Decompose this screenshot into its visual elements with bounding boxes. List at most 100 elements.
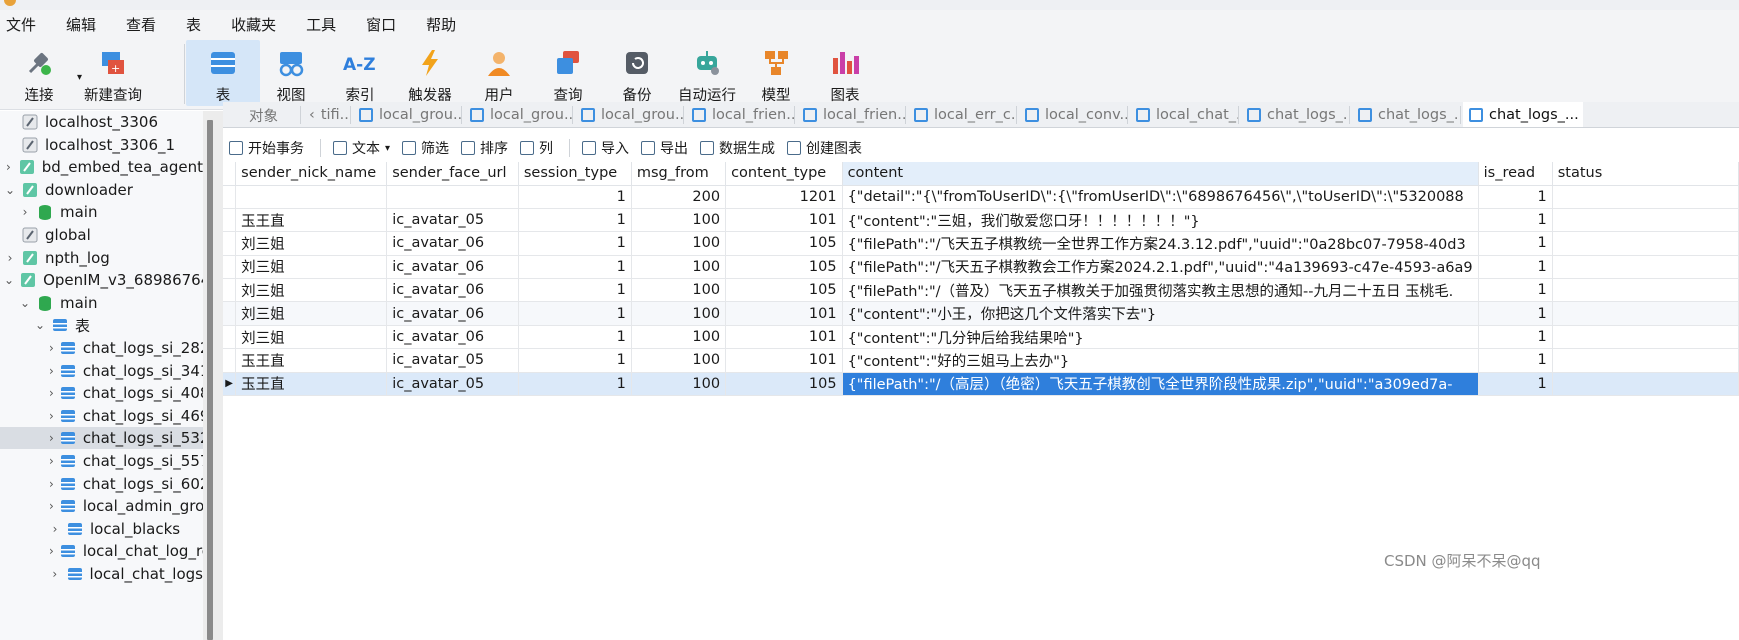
toolbar-button-5[interactable]: 触发器 [393,40,467,106]
cell-content[interactable]: {"filePath":"/飞天五子棋教教会工作方案2024.2.1.pdf",… [842,255,1479,280]
cell-session_type[interactable]: 1 [518,278,632,303]
column-header-sender_nick_name[interactable]: sender_nick_name [235,162,388,186]
column-header-is_read[interactable]: is_read [1478,162,1553,186]
tree-item[interactable]: › local_blacks [0,518,203,540]
data-table[interactable]: sender_nick_name sender_face_url session_t… [223,162,1739,397]
expand-right-icon[interactable]: › [49,409,54,423]
cell-content[interactable]: {"filePath":"/（普及）飞天五子棋教关于加强贯彻落实教主思想的通知-… [842,278,1479,303]
expand-right-icon[interactable]: › [49,567,61,581]
table-row[interactable]: 刘三姐 ic_avatar_06 1 100 105 {"filePath":"/飞天五子… [223,255,1739,280]
cell-msg_from[interactable]: 100 [631,325,727,350]
cell-is_read[interactable]: 1 [1478,255,1553,280]
cell-status[interactable] [1552,372,1739,397]
tree-item[interactable]: › chat_logs_si_3411 [0,360,203,382]
tree-item[interactable]: › local_chat_log_rea [0,540,203,562]
cell-sender_face_url[interactable]: ic_avatar_05 [386,372,519,397]
menu-item-1[interactable]: 编辑 [66,14,96,35]
expand-right-icon[interactable]: › [49,522,61,536]
cell-status[interactable] [1552,185,1739,209]
toolbar-button-4[interactable]: A-Z 索引 [323,40,397,106]
cell-content[interactable]: {"content":"好的三姐马上去办"} [842,348,1479,373]
cell-sender_nick_name[interactable]: 刘三姐 [235,231,388,256]
table-row[interactable]: 刘三姐 ic_avatar_06 1 100 105 {"filePath":"/（普及）… [223,278,1739,303]
cell-sender_face_url[interactable]: ic_avatar_06 [386,278,519,303]
expand-right-icon[interactable]: › [49,454,54,468]
data-grid[interactable]: sender_nick_name sender_face_url session_t… [223,162,1739,397]
menu-item-2[interactable]: 查看 [126,14,156,35]
expand-right-icon[interactable]: › [49,364,54,378]
tree-item[interactable]: › local_chat_logs [0,563,203,585]
create-chart-button[interactable]: 创建图表 [787,138,862,158]
toolbar-button-8[interactable]: 备份 [600,40,674,106]
tab-10[interactable]: chat_logs_... [1241,102,1349,127]
cell-status[interactable] [1552,208,1739,233]
cell-content[interactable]: {"filePath":"/（高层）（绝密）飞天五子棋教创飞全世界阶段性成果.z… [842,372,1479,397]
cell-msg_from[interactable]: 100 [631,278,727,303]
cell-status[interactable] [1552,278,1739,303]
cell-sender_face_url[interactable] [386,185,519,209]
sort-button[interactable]: 排序 [461,138,508,158]
column-header-content[interactable]: content [842,162,1479,186]
expand-down-icon[interactable]: ⌄ [34,318,46,332]
table-row[interactable]: 玉王直 ic_avatar_05 1 100 101 {"content":"三姐，我们敬… [223,208,1739,233]
tab-3[interactable]: local_grou... [464,102,572,127]
cell-is_read[interactable]: 1 [1478,348,1553,373]
tree-item[interactable]: › chat_logs_si_4690 [0,405,203,427]
cell-is_read[interactable]: 1 [1478,325,1553,350]
column-header-status[interactable]: status [1552,162,1739,186]
cell-msg_from[interactable]: 100 [631,348,727,373]
cell-session_type[interactable]: 1 [518,208,632,233]
cell-sender_face_url[interactable]: ic_avatar_06 [386,325,519,350]
cell-content_type[interactable]: 105 [725,278,843,303]
tree-item[interactable]: › chat_logs_si_6027 [0,473,203,495]
connect-dropdown-icon[interactable]: ▾ [77,72,82,83]
column-header-content_type[interactable]: content_type [725,162,843,186]
cell-content_type[interactable]: 105 [725,231,843,256]
cell-sender_nick_name[interactable]: 刘三姐 [235,325,388,350]
expand-right-icon[interactable]: › [49,386,54,400]
tab-12[interactable]: chat_logs_... [1463,102,1583,127]
cell-sender_nick_name[interactable]: 刘三姐 [235,255,388,280]
expand-right-icon[interactable]: › [49,499,54,513]
menu-item-3[interactable]: 表 [186,14,201,35]
expand-right-icon[interactable]: › [4,251,16,265]
cell-sender_nick_name[interactable] [235,185,388,209]
export-button[interactable]: 导出 [641,138,688,158]
cell-content[interactable]: {"detail":"{\"fromToUserID\":{\"fromUser… [842,185,1479,209]
tree-item[interactable]: › main [0,201,203,223]
cell-session_type[interactable]: 1 [518,301,632,326]
column-header-session_type[interactable]: session_type [518,162,632,186]
tab-0[interactable]: 对象 [223,102,293,127]
cell-status[interactable] [1552,348,1739,373]
cell-is_read[interactable]: 1 [1478,278,1553,303]
connection-tree[interactable]: localhost_3306 localhost_3306_1 › bd_embed_… [0,111,203,640]
table-row[interactable]: 玉王直 ic_avatar_05 1 100 101 {"content":"好的三姐马上… [223,348,1739,373]
tab-1[interactable]: ‹ tifi... [303,102,349,127]
expand-right-icon[interactable]: › [49,477,54,491]
toolbar-button-10[interactable]: 模型 [739,40,813,106]
table-row[interactable]: ▶ 玉王直 ic_avatar_05 1 100 105 {"filePath":"/（高层… [223,372,1739,397]
cell-content_type[interactable]: 101 [725,348,843,373]
tree-item[interactable]: localhost_3306 [0,111,203,133]
columns-button[interactable]: 列 [520,138,553,158]
toolbar-button-7[interactable]: 查询 [531,40,605,106]
toolbar-button-6[interactable]: 用户 [462,40,536,106]
table-row[interactable]: 刘三姐 ic_avatar_06 1 100 101 {"content":"小王，你把这… [223,301,1739,326]
menu-item-4[interactable]: 收藏夹 [231,14,276,35]
panel-splitter[interactable] [203,111,223,640]
table-row[interactable]: 1 200 1201 {"detail":"{\"fromToUserID\":{\"… [223,185,1739,209]
cell-msg_from[interactable]: 100 [631,301,727,326]
tree-item[interactable]: › bd_embed_tea_agent [0,156,203,178]
begin-transaction-button[interactable]: 开始事务 [229,138,304,158]
cell-status[interactable] [1552,325,1739,350]
cell-session_type[interactable]: 1 [518,325,632,350]
cell-is_read[interactable]: 1 [1478,231,1553,256]
import-button[interactable]: 导入 [582,138,629,158]
cell-is_read[interactable]: 1 [1478,208,1553,233]
cell-is_read[interactable]: 1 [1478,372,1553,397]
tab-6[interactable]: local_frien... [797,102,905,127]
column-header-msg_from[interactable]: msg_from [631,162,727,186]
cell-status[interactable] [1552,231,1739,256]
cell-content_type[interactable]: 1201 [725,185,843,209]
cell-sender_nick_name[interactable]: 玉王直 [235,208,388,233]
